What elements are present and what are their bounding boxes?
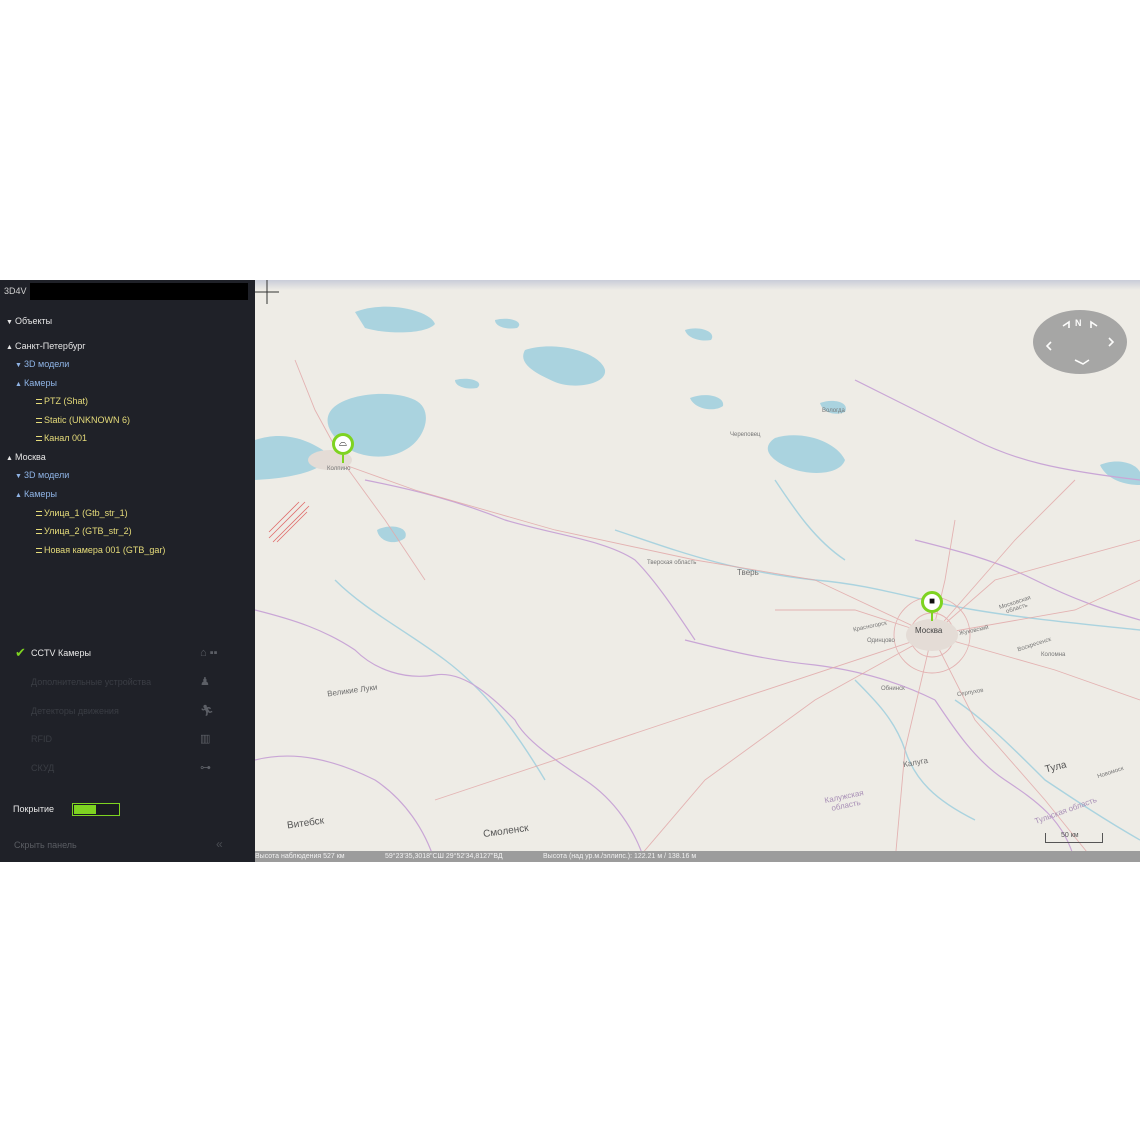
compass-control[interactable]: N (1033, 310, 1127, 374)
layer-toggle-devices[interactable]: Дополнительные устройства ♟ (0, 671, 255, 693)
map-label-vologda: Вологда (822, 408, 845, 414)
coverage-slider[interactable] (72, 803, 120, 816)
key-icon: ⊶ (200, 762, 211, 774)
collapse-up-icon: ▲ (15, 381, 22, 388)
tree-cameras-label: Камеры (24, 489, 57, 499)
checkmark-icon: ✔ (15, 645, 26, 660)
tree-camera-item[interactable]: Static (UNKNOWN 6) (36, 413, 130, 427)
running-man-icon: 🏃︎ (200, 705, 214, 717)
collapse-up-icon: ▲ (6, 455, 13, 462)
status-coordinates: 59°23'35,3018"СШ 29°52'34,8127"ВД (385, 853, 503, 860)
tree-root-label: Объекты (15, 316, 53, 326)
camera-small-icon (36, 399, 42, 405)
tree-cameras-spb[interactable]: ▲ Камеры (15, 376, 57, 390)
map-label-cherepovets: Череповец (730, 432, 761, 438)
title-bar: 3D4V (0, 280, 255, 302)
marker-stem (342, 455, 344, 463)
map-label-kolpino: Колпино (327, 466, 351, 472)
expand-down-icon: ▼ (15, 362, 22, 369)
expand-down-icon: ▼ (15, 473, 22, 480)
coverage-fill (74, 805, 96, 814)
tree-camera-item[interactable]: Канал 001 (36, 431, 87, 445)
layer-toggle-cctv[interactable]: ✔ CCTV Камеры ⌂ ▪▪ (0, 642, 255, 664)
hide-panel-button[interactable]: Скрыть панель (14, 840, 77, 850)
collapse-up-icon: ▲ (15, 492, 22, 499)
camera-small-icon (36, 529, 42, 535)
layer-toggle-skud[interactable]: СКУД ⊶ (0, 757, 255, 779)
moscow-urban-area (906, 619, 958, 651)
tree-camera-label: Канал 001 (44, 433, 87, 443)
map-label-tver-oblast: Тверская область (647, 560, 697, 566)
tree-camera-item[interactable]: PTZ (Shat) (36, 394, 88, 408)
status-height: Высота (над ур.м./эллипс.): 122.21 м / 1… (543, 853, 697, 860)
tree-camera-label: Static (UNKNOWN 6) (44, 415, 131, 425)
sidebar-panel: 3D4V ▼ Объекты ▲ Санкт-Петербург ▼ 3D модел… (0, 280, 255, 862)
map-view[interactable]: Витебск Смоленск Великие Луки Тверь Твер… (255, 280, 1140, 862)
tree-camera-label: Новая камера 001 (GTB_gar) (44, 545, 166, 555)
crosshair-icon (255, 280, 279, 304)
expand-down-icon: ▼ (6, 319, 13, 326)
dome-camera-icon: ⌓ (339, 438, 347, 449)
tree-models-spb[interactable]: ▼ 3D модели (15, 357, 69, 371)
collapse-up-icon: ▲ (6, 344, 13, 351)
tree-city-label: Москва (15, 452, 46, 462)
map-label-moscow: Москва (915, 626, 943, 635)
tree-models-label: 3D модели (24, 359, 70, 369)
camera-small-icon (36, 436, 42, 442)
dome-camera-icon: ⌂ ▪▪ (200, 647, 218, 659)
tree-city-moscow[interactable]: ▲ Москва (6, 450, 46, 464)
layer-label: Дополнительные устройства (31, 677, 152, 687)
map-label-kolomna: Коломна (1041, 652, 1066, 658)
tree-camera-label: Улица_1 (Gtb_str_1) (44, 508, 128, 518)
camera-marker-spb[interactable]: ⌓ (332, 433, 354, 455)
tree-city-spb[interactable]: ▲ Санкт-Петербург (6, 339, 86, 353)
rfid-gate-icon: ▥ (200, 733, 211, 745)
sensor-icon: ♟ (200, 676, 210, 688)
tree-camera-item[interactable]: Новая камера 001 (GTB_gar) (36, 543, 165, 557)
tree-cameras-moscow[interactable]: ▲ Камеры (15, 487, 57, 501)
tree-cameras-label: Камеры (24, 378, 57, 388)
map-label-obninsk: Обнинск (881, 686, 905, 692)
title-field[interactable] (30, 283, 248, 300)
tree-city-label: Санкт-Петербург (15, 341, 86, 351)
tree-root-objects[interactable]: ▼ Объекты (6, 314, 52, 328)
camera-small-icon (36, 418, 42, 424)
tree-camera-item[interactable]: Улица_1 (Gtb_str_1) (36, 506, 128, 520)
layer-toggle-rfid[interactable]: RFID ▥ (0, 728, 255, 750)
camera-small-icon (36, 548, 42, 554)
layer-label: CCTV Камеры (31, 648, 91, 658)
layer-label: СКУД (31, 763, 55, 773)
coverage-label: Покрытие (13, 804, 55, 814)
map-label-odintsovo: Одинцово (867, 638, 895, 644)
layer-label: RFID (31, 734, 52, 744)
double-chevron-left-icon[interactable]: « (216, 837, 223, 851)
layer-label: Детекторы движения (31, 706, 119, 716)
scale-label: 50 км (1061, 832, 1079, 839)
tree-models-label: 3D модели (24, 470, 70, 480)
app-title: 3D4V (4, 286, 27, 296)
status-bar: Высота наблюдения 527 км 59°23'35,3018"С… (255, 851, 1140, 862)
status-altitude: Высота наблюдения 527 км (255, 853, 345, 860)
camera-small-icon (36, 511, 42, 517)
map-canvas (255, 280, 1140, 862)
map-land (255, 280, 1140, 862)
tree-camera-label: PTZ (Shat) (44, 396, 89, 406)
tree-camera-label: Улица_2 (GTB_str_2) (44, 526, 132, 536)
compass-north-label: N (1075, 318, 1082, 328)
app-window: 3D4V ▼ Объекты ▲ Санкт-Петербург ▼ 3D модел… (0, 280, 1140, 862)
tree-camera-item[interactable]: Улица_2 (GTB_str_2) (36, 524, 132, 538)
tree-models-moscow[interactable]: ▼ 3D модели (15, 468, 69, 482)
video-camera-icon: ■ (928, 596, 936, 607)
map-label-tver: Тверь (737, 568, 759, 577)
horizon-sky (255, 280, 1140, 290)
marker-stem (931, 613, 933, 621)
camera-marker-moscow[interactable]: ■ (921, 591, 943, 613)
layer-toggle-motion[interactable]: Детекторы движения 🏃︎ (0, 700, 255, 722)
